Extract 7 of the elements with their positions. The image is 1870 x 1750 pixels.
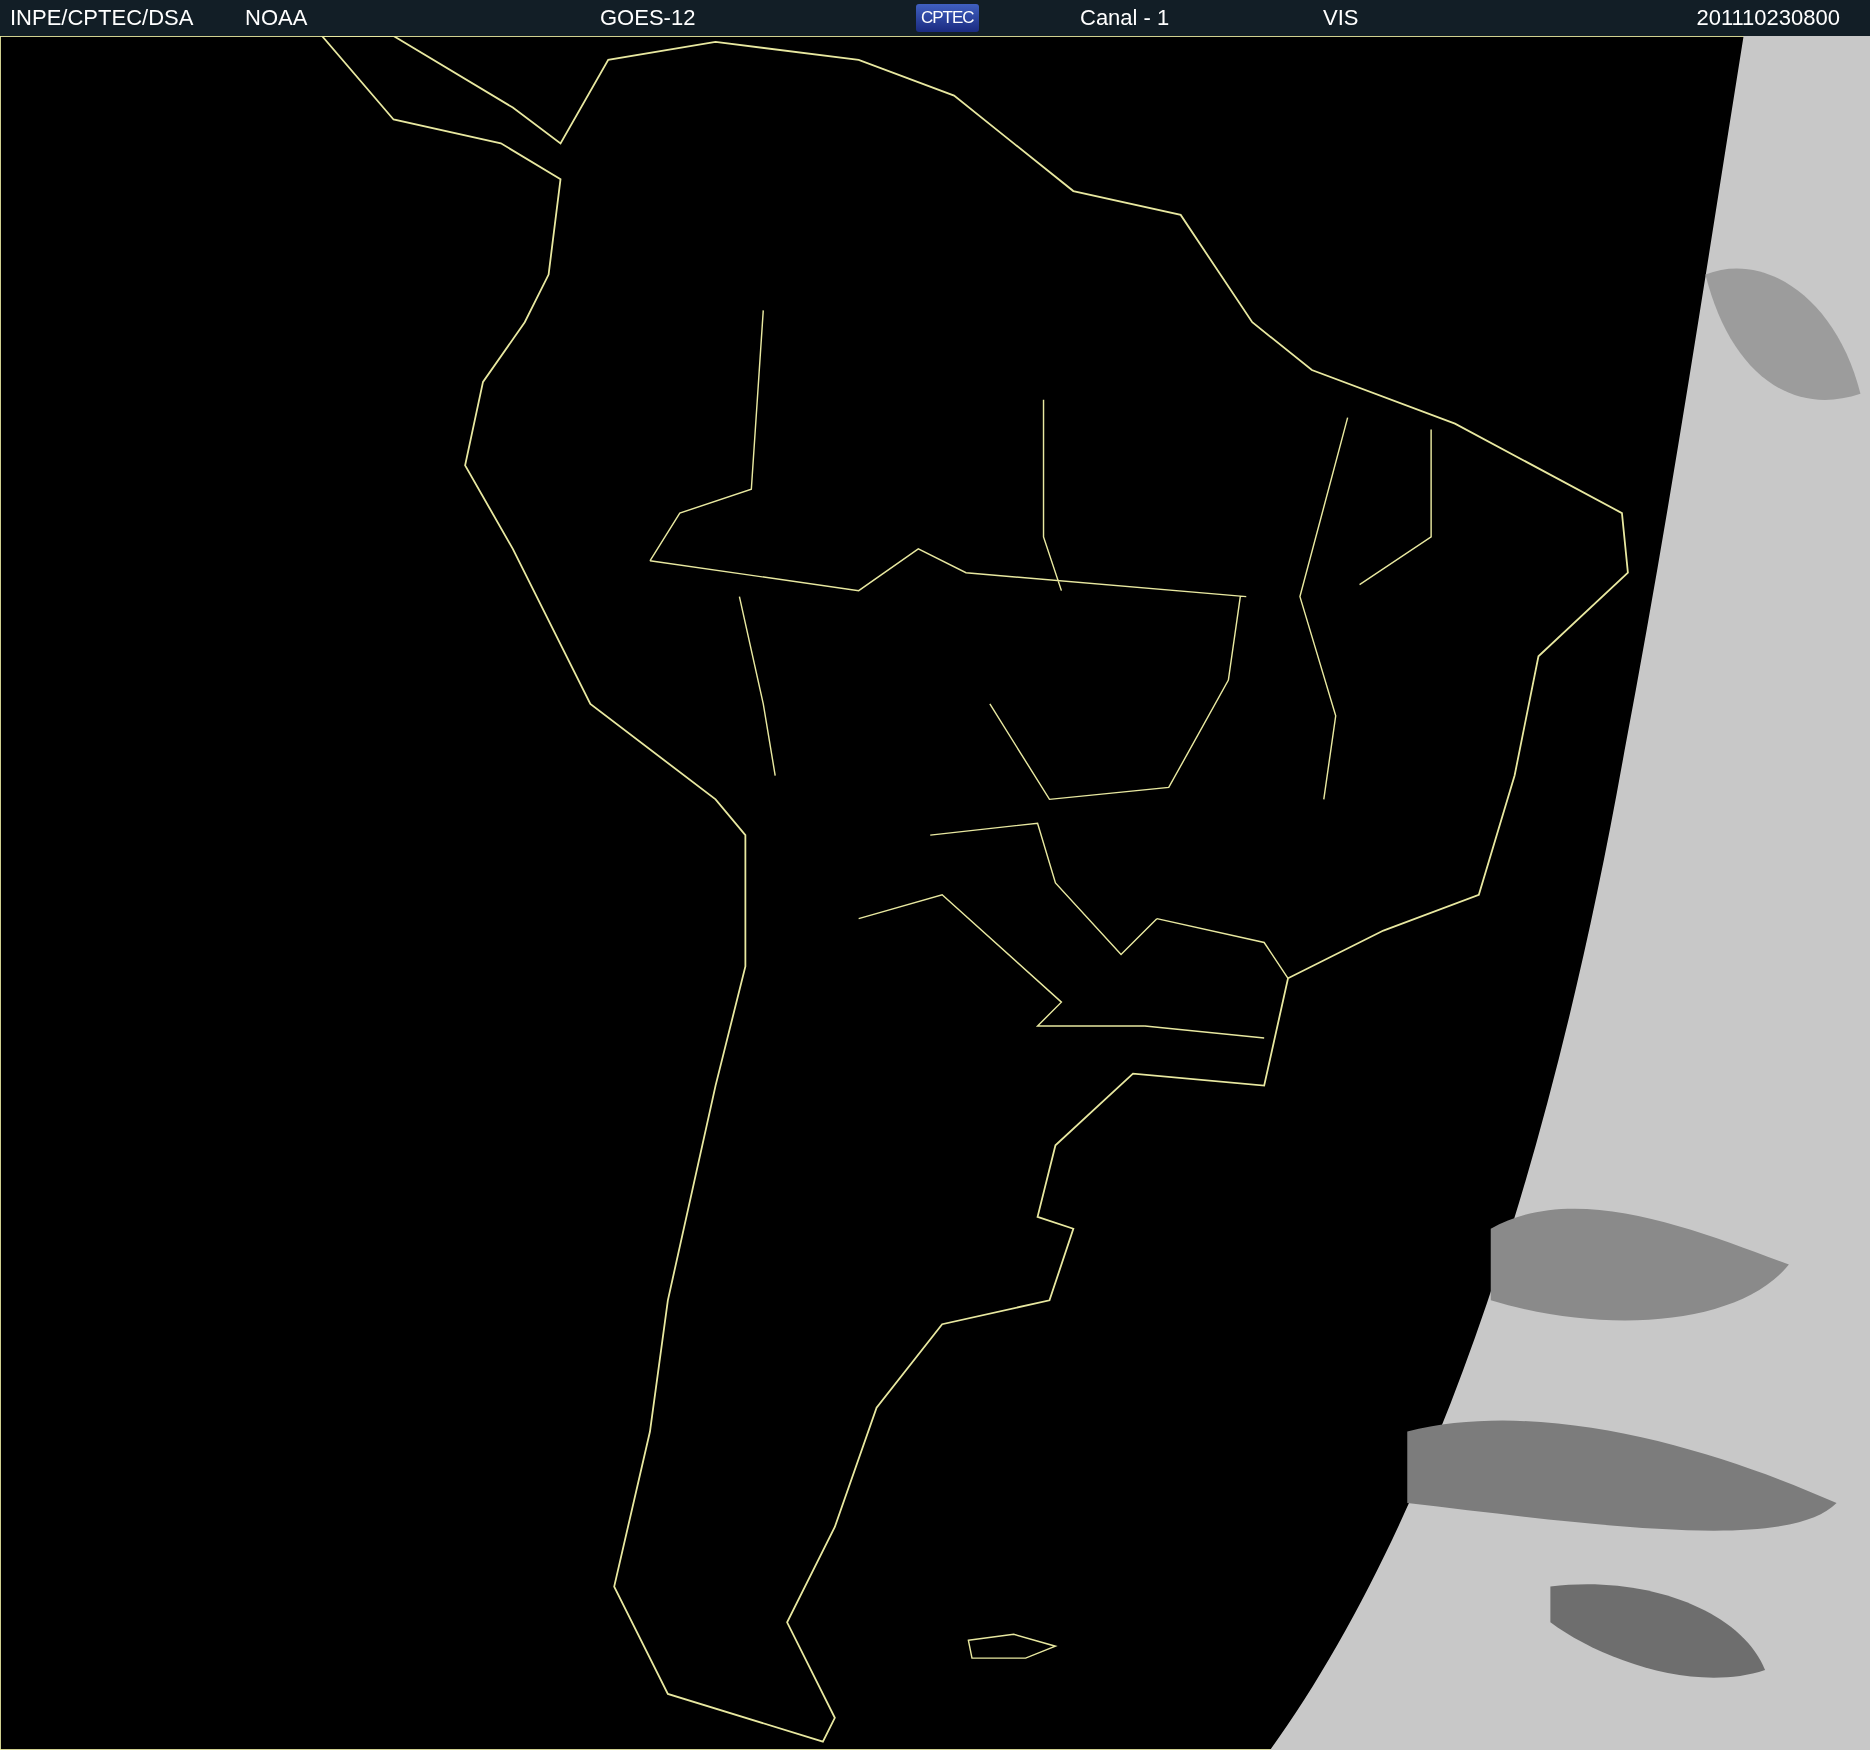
timestamp-label: 201110230800 [1696,5,1841,31]
source-label: INPE/CPTEC/DSA [10,5,195,31]
agency-label: NOAA [245,5,309,31]
channel-label: Canal - 1 [1080,5,1171,31]
logo: CPTEC [916,4,979,32]
band-label: VIS [1323,5,1360,31]
satellite-label: GOES-12 [600,5,697,31]
